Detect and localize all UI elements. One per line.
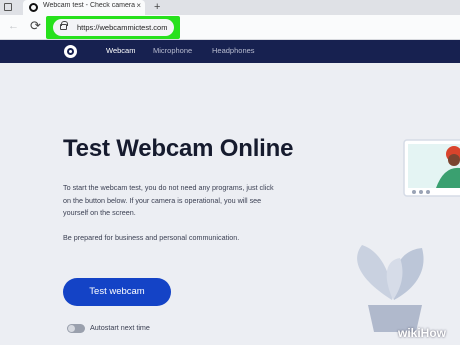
page-title: Test Webcam Online <box>63 135 294 162</box>
new-tab-button[interactable]: + <box>154 0 160 14</box>
site-logo-icon[interactable] <box>64 45 77 58</box>
autostart-toggle[interactable] <box>67 324 85 333</box>
tab-title: Webcam test - Check camera on <box>43 2 135 9</box>
browser-tab-bar: Webcam test - Check camera on × + <box>0 0 460 15</box>
back-button[interactable]: ← <box>8 20 19 32</box>
test-webcam-button[interactable]: Test webcam <box>63 278 171 306</box>
plant-icon <box>357 245 424 332</box>
toggle-knob <box>68 325 75 332</box>
tab-actions-icon[interactable] <box>4 3 12 11</box>
video-window <box>403 139 460 197</box>
refresh-button[interactable]: ⟳ <box>30 18 41 34</box>
close-tab-icon[interactable]: × <box>136 1 141 10</box>
lock-icon[interactable] <box>60 21 68 30</box>
intro-paragraph: To start the webcam test, you do not nee… <box>63 183 274 217</box>
browser-tab[interactable]: Webcam test - Check camera on × <box>23 0 145 15</box>
nav-item-headphones[interactable]: Headphones <box>212 46 255 55</box>
nav-item-microphone[interactable]: Microphone <box>153 46 192 55</box>
wikihow-watermark: wikiHow <box>398 326 447 340</box>
site-favicon-icon <box>29 3 38 12</box>
site-navigation: Webcam Microphone Headphones <box>0 40 460 63</box>
nav-item-webcam[interactable]: Webcam <box>106 46 135 55</box>
autostart-label: Autostart next time <box>90 323 150 332</box>
webcam-illustration <box>357 139 460 332</box>
secondary-paragraph: Be prepared for business and personal co… <box>63 233 240 242</box>
url-text[interactable]: https://webcammictest.com <box>77 23 167 32</box>
address-bar[interactable]: https://webcammictest.com <box>53 19 174 36</box>
